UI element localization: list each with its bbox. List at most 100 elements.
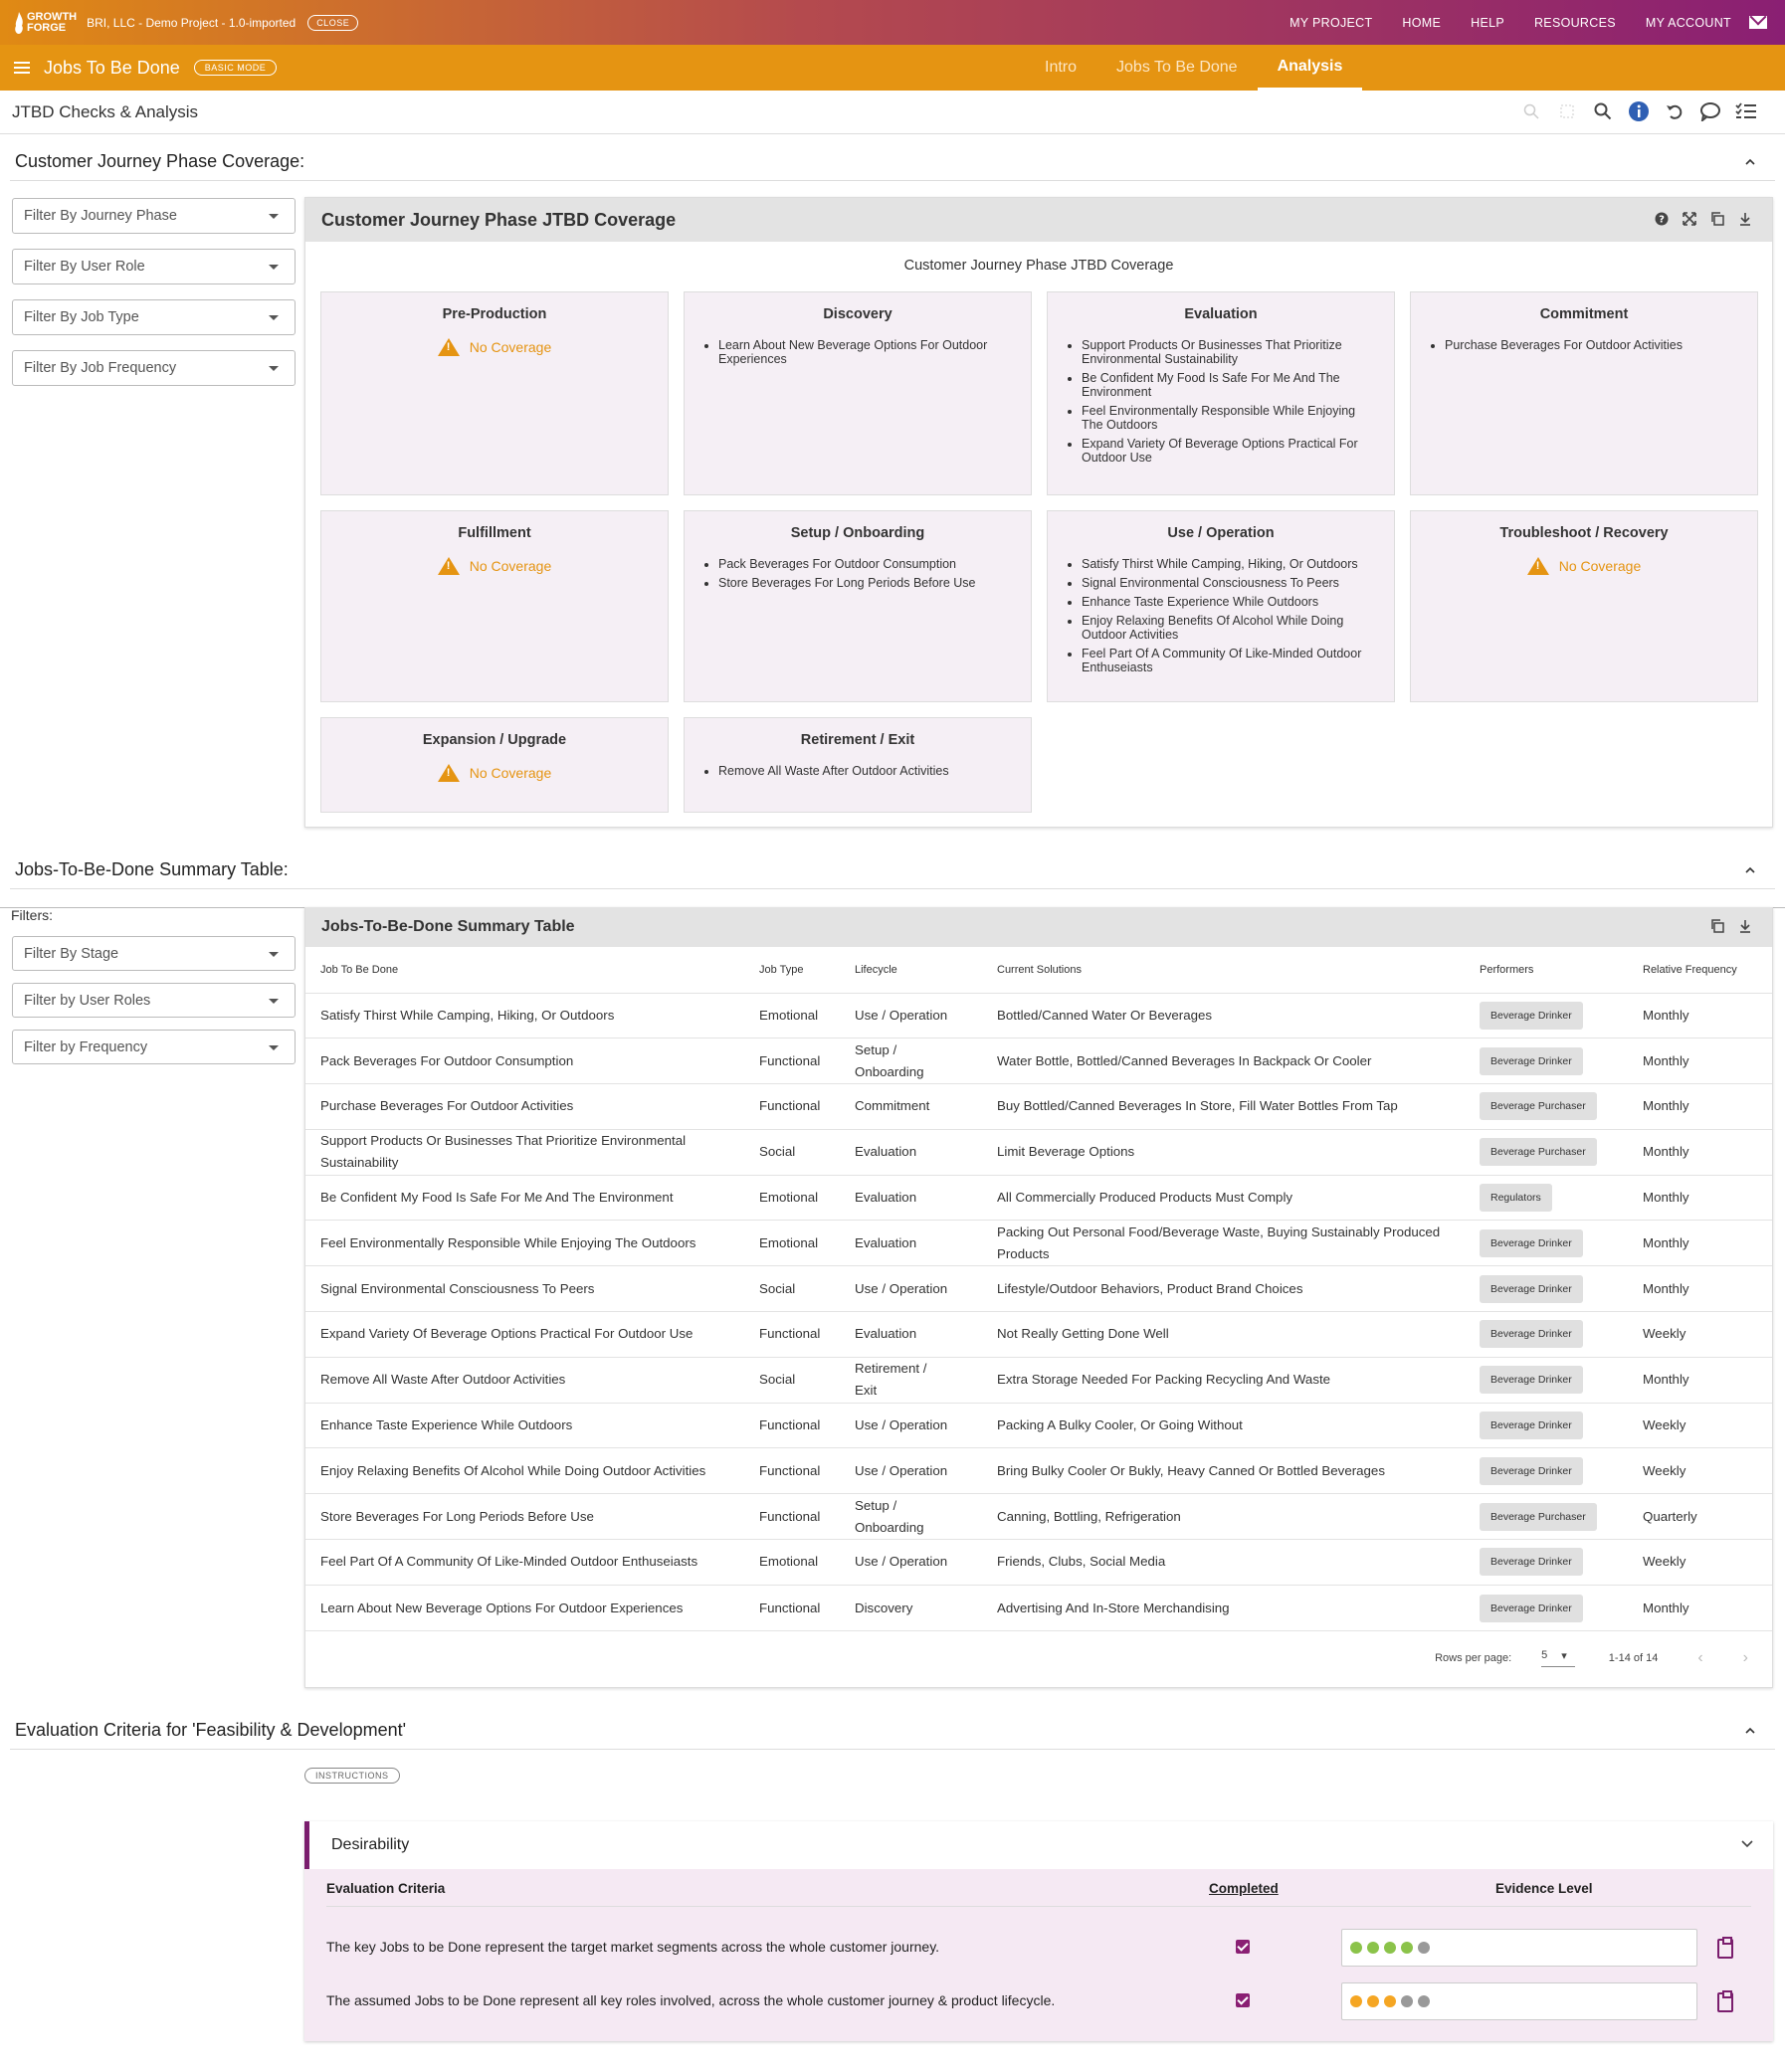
table-row[interactable]: Expand Variety Of Beverage Options Pract… — [305, 1311, 1772, 1358]
tab-intro[interactable]: Intro — [1025, 45, 1096, 91]
checklist-icon[interactable] — [1735, 100, 1757, 122]
evidence-dot[interactable] — [1367, 1942, 1379, 1954]
help-icon[interactable]: ? — [1655, 212, 1669, 226]
table-row[interactable]: Store Beverages For Long Periods Before … — [305, 1493, 1772, 1540]
filter-journey-phase[interactable]: Filter By Journey Phase — [12, 198, 296, 234]
download-icon[interactable] — [1738, 919, 1752, 933]
evaluation-row: The assumed Jobs to be Done represent al… — [326, 1975, 1751, 2028]
performer-chip: Beverage Drinker — [1480, 1228, 1583, 1257]
menu-icon[interactable] — [14, 62, 30, 74]
table-row[interactable]: Be Confident My Food Is Safe For Me And … — [305, 1174, 1772, 1221]
table-row[interactable]: Signal Environmental Consciousness To Pe… — [305, 1265, 1772, 1312]
instructions-button[interactable]: INSTRUCTIONS — [304, 1768, 400, 1784]
evidence-dot[interactable] — [1384, 1942, 1396, 1954]
filter-job-type[interactable]: Filter By Job Type — [12, 299, 296, 335]
evidence-level-rating[interactable] — [1341, 1982, 1697, 2020]
page-range: 1-14 of 14 — [1608, 1651, 1659, 1664]
performer-chip: Beverage Drinker — [1480, 1274, 1583, 1303]
evidence-dot[interactable] — [1401, 1942, 1413, 1954]
cell-performer: Beverage Purchaser — [1465, 1083, 1628, 1130]
expand-icon[interactable] — [1683, 212, 1696, 226]
col-relative-frequency[interactable]: Relative Frequency — [1628, 947, 1772, 993]
cell-performer: Beverage Drinker — [1465, 1402, 1628, 1448]
clipboard-icon[interactable] — [1717, 1937, 1733, 1959]
evidence-dot[interactable] — [1418, 1942, 1430, 1954]
phase-job-item: Feel Environmentally Responsible While E… — [1082, 404, 1376, 432]
completed-checkbox[interactable] — [1236, 1940, 1250, 1954]
nav-help[interactable]: HELP — [1471, 16, 1504, 30]
filter-frequency[interactable]: Filter by Frequency — [12, 1030, 296, 1064]
mail-icon[interactable] — [1749, 16, 1767, 29]
undo-icon[interactable] — [1664, 100, 1686, 122]
cell-job: Enjoy Relaxing Benefits Of Alcohol While… — [305, 1447, 744, 1494]
basic-mode-badge[interactable]: BASIC MODE — [193, 60, 278, 76]
filter-user-role[interactable]: Filter By User Role — [12, 249, 296, 284]
completed-checkbox[interactable] — [1236, 1993, 1250, 2007]
search-icon[interactable] — [1592, 100, 1614, 122]
evidence-dot[interactable] — [1401, 1995, 1413, 2007]
tab-analysis[interactable]: Analysis — [1257, 45, 1363, 91]
table-row[interactable]: Learn About New Beverage Options For Out… — [305, 1584, 1772, 1631]
evidence-dot[interactable] — [1384, 1995, 1396, 2007]
growth-forge-logo[interactable]: GROWTH FORGE — [14, 11, 77, 34]
table-row[interactable]: Satisfy Thirst While Camping, Hiking, Or… — [305, 992, 1772, 1038]
next-page-icon[interactable]: › — [1743, 1649, 1748, 1667]
col-performers[interactable]: Performers — [1465, 947, 1628, 993]
copy-icon[interactable] — [1710, 212, 1724, 226]
tab-jobs-to-be-done[interactable]: Jobs To Be Done — [1096, 45, 1258, 91]
collapse-coverage-icon[interactable] — [1745, 157, 1755, 167]
filter-job-frequency[interactable]: Filter By Job Frequency — [12, 350, 296, 386]
table-row[interactable]: Purchase Beverages For Outdoor Activitie… — [305, 1083, 1772, 1130]
table-row[interactable]: Support Products Or Businesses That Prio… — [305, 1128, 1772, 1176]
close-project-button[interactable]: CLOSE — [307, 14, 359, 31]
col-current-solutions[interactable]: Current Solutions — [982, 947, 1465, 993]
nav-my-account[interactable]: MY ACCOUNT — [1646, 16, 1731, 30]
evidence-dot[interactable] — [1367, 1995, 1379, 2007]
col-job[interactable]: Job To Be Done — [305, 947, 744, 993]
phase-job-list: Pack Beverages For Outdoor Consumption St… — [702, 557, 1013, 590]
evidence-dot[interactable] — [1350, 1995, 1362, 2007]
collapse-summary-icon[interactable] — [1745, 865, 1755, 875]
clipboard-icon[interactable] — [1717, 1990, 1733, 2012]
chevron-down-icon[interactable] — [1741, 1839, 1753, 1849]
evidence-level-rating[interactable] — [1341, 1929, 1697, 1967]
coverage-chart-title: Customer Journey Phase JTBD Coverage — [903, 258, 1174, 274]
col-completed[interactable]: Completed — [1209, 1881, 1279, 1896]
nav-home[interactable]: HOME — [1402, 16, 1441, 30]
cell-lifecycle: Commitment — [840, 1083, 982, 1130]
download-icon[interactable] — [1738, 212, 1752, 226]
zoom-out-icon[interactable] — [1520, 100, 1542, 122]
cell-performer: Beverage Purchaser — [1465, 1493, 1628, 1540]
table-row[interactable]: Feel Part Of A Community Of Like-Minded … — [305, 1539, 1772, 1586]
phase-card: Fulfillment No Coverage — [320, 510, 669, 702]
cell-frequency: Monthly — [1628, 1584, 1772, 1631]
table-row[interactable]: Feel Environmentally Responsible While E… — [305, 1220, 1772, 1266]
filter-stage[interactable]: Filter By Stage — [12, 936, 296, 971]
table-header-row: Job To Be Done Job Type Lifecycle Curren… — [305, 947, 1772, 993]
comment-icon[interactable] — [1699, 100, 1721, 122]
warning-icon — [1526, 557, 1549, 575]
col-job-type[interactable]: Job Type — [744, 947, 840, 993]
cell-job-type: Functional — [744, 1083, 840, 1130]
nav-my-project[interactable]: MY PROJECT — [1289, 16, 1372, 30]
info-icon[interactable] — [1628, 100, 1650, 122]
table-pagination: Rows per page: 5 ▾ 1-14 of 14 ‹ › — [305, 1630, 1772, 1684]
evidence-dot[interactable] — [1418, 1995, 1430, 2007]
desirability-header[interactable]: Desirability — [304, 1821, 1773, 1869]
cell-lifecycle: Evaluation — [840, 1220, 982, 1266]
table-row[interactable]: Enjoy Relaxing Benefits Of Alcohol While… — [305, 1447, 1772, 1494]
nav-resources[interactable]: RESOURCES — [1534, 16, 1616, 30]
performer-chip: Beverage Drinker — [1480, 1320, 1583, 1349]
col-lifecycle[interactable]: Lifecycle — [840, 947, 982, 993]
copy-icon[interactable] — [1710, 919, 1724, 933]
table-row[interactable]: Remove All Waste After Outdoor Activitie… — [305, 1356, 1772, 1404]
rows-per-page-select[interactable]: 5 ▾ — [1541, 1649, 1575, 1667]
no-coverage-warning: No Coverage — [339, 764, 650, 782]
collapse-evaluation-icon[interactable] — [1745, 1726, 1755, 1736]
filter-user-roles[interactable]: Filter by User Roles — [12, 983, 296, 1018]
zoom-fit-icon[interactable] — [1556, 100, 1578, 122]
evidence-dot[interactable] — [1350, 1942, 1362, 1954]
table-row[interactable]: Pack Beverages For Outdoor Consumption Fu… — [305, 1037, 1772, 1084]
prev-page-icon[interactable]: ‹ — [1697, 1649, 1702, 1667]
table-row[interactable]: Enhance Taste Experience While Outdoors F… — [305, 1402, 1772, 1448]
